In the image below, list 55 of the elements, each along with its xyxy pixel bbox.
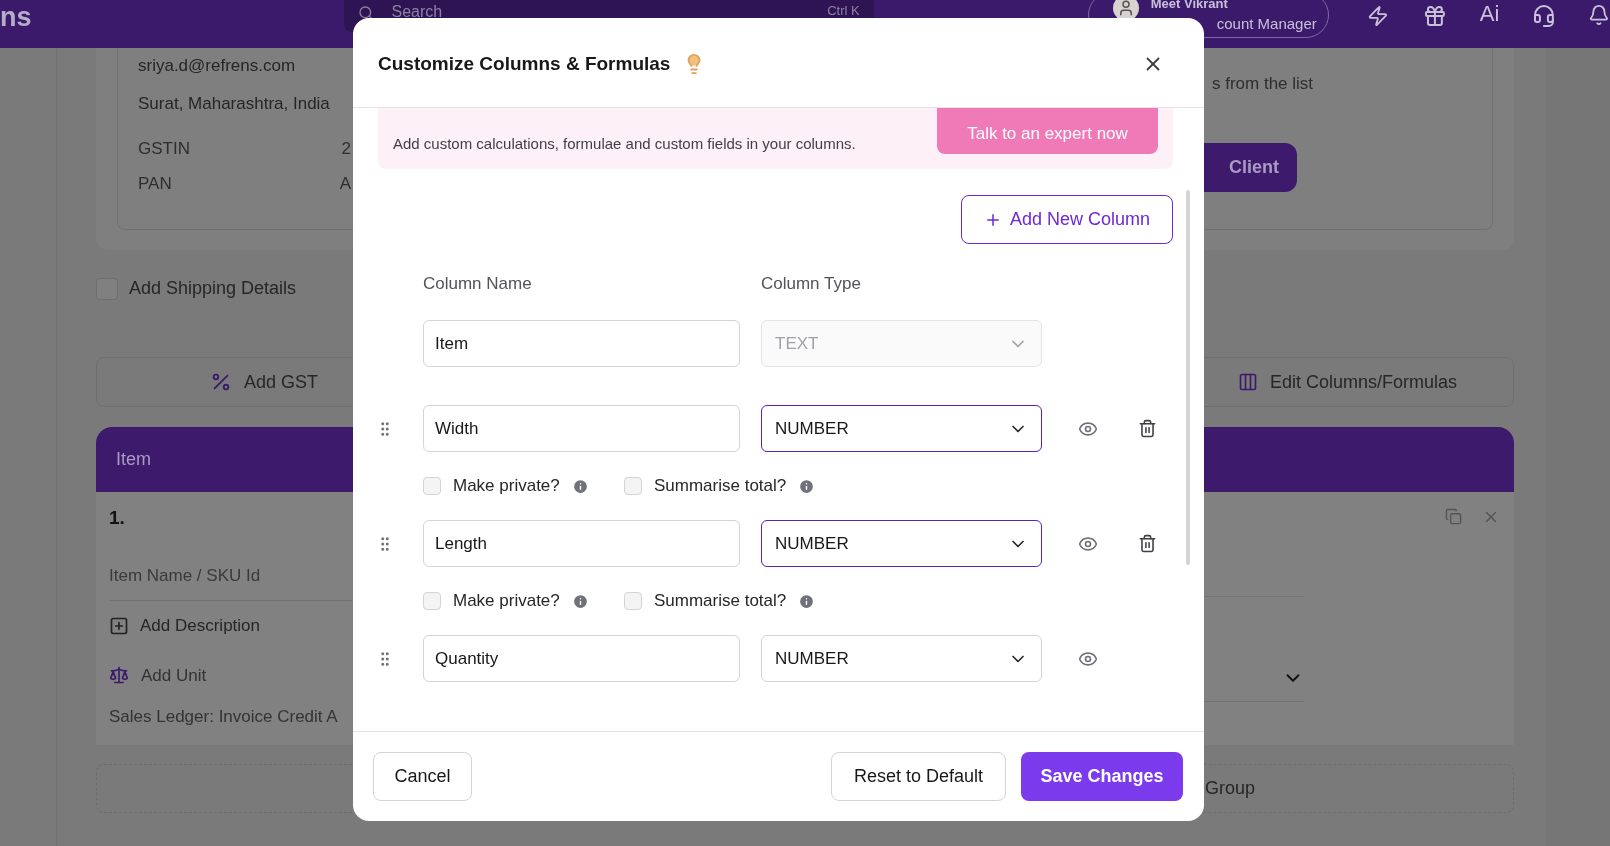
action-button[interactable]: Edit Columns/Formulas: [1203, 358, 1513, 406]
logo-text: ns: [0, 4, 32, 31]
reset-button[interactable]: Reset to Default: [831, 752, 1006, 801]
info-icon: [571, 592, 589, 610]
ledger-text: Sales Ledger: Invoice Credit A: [109, 706, 339, 728]
plus-square-icon: [109, 615, 129, 636]
column-name-field[interactable]: Width: [423, 405, 740, 452]
option-label: Summarise total?: [654, 475, 787, 498]
info-icon: [798, 592, 816, 610]
column-heading: Column Type: [761, 273, 861, 296]
banner-text: Add custom calculations, formulae and custom fields in your columns.: [393, 134, 856, 154]
shortcut-hint: Ctrl K: [827, 4, 860, 17]
action-button[interactable]: Add GST: [97, 358, 352, 406]
option-label: Summarise total?: [654, 590, 787, 613]
column-type-select[interactable]: NUMBER: [761, 635, 1042, 682]
client-hint: s from the list: [1212, 73, 1315, 95]
column-name-field[interactable]: Quantity: [423, 635, 740, 682]
search-icon: [357, 5, 374, 21]
scale-icon: [109, 665, 129, 686]
client-address: Surat, Maharashtra, India: [138, 92, 331, 115]
gift-icon[interactable]: [1422, 4, 1447, 28]
option-label: Make private?: [453, 475, 560, 498]
field-value: 2: [341, 138, 351, 160]
field-label: PAN: [138, 172, 172, 195]
trash-icon[interactable]: [1138, 534, 1157, 553]
column-heading: Column Name: [423, 273, 533, 296]
column-name-field[interactable]: Length: [423, 520, 740, 567]
ai-label[interactable]: Ai: [1479, 3, 1500, 25]
option-label: Make private?: [453, 590, 560, 613]
field-label: GSTIN: [138, 138, 190, 160]
lightning-icon[interactable]: [1367, 5, 1389, 27]
trash-icon[interactable]: [1138, 419, 1157, 438]
column-type-select[interactable]: NUMBER: [761, 405, 1042, 452]
client-email: sriya.d@refrens.com: [138, 55, 297, 77]
field-value: A: [339, 172, 351, 195]
headset-icon[interactable]: [1532, 4, 1557, 28]
column-name-field[interactable]: Item: [423, 320, 740, 367]
table-icon: [1238, 372, 1258, 392]
info-icon: [571, 477, 589, 495]
shipping-label: Add Shipping Details: [129, 277, 297, 300]
info-icon: [798, 477, 816, 495]
add-column-button[interactable]: Add New Column: [961, 195, 1173, 244]
bell-icon[interactable]: [1588, 4, 1610, 26]
client-button[interactable]: Client: [1204, 142, 1297, 192]
search-placeholder: Search: [391, 4, 443, 20]
save-button[interactable]: Save Changes: [1021, 752, 1183, 801]
percent-icon: [210, 371, 232, 393]
dialog-title: Customize Columns & Formulas: [378, 51, 671, 76]
row-number: 1.: [109, 506, 126, 530]
column-type-select[interactable]: NUMBER: [761, 520, 1042, 567]
add-description-link[interactable]: Add Description: [109, 613, 352, 639]
scrollbar[interactable]: [1186, 190, 1190, 565]
user-role: count Manager: [1216, 16, 1317, 31]
cancel-button[interactable]: Cancel: [373, 752, 472, 801]
column-heading: Item: [116, 448, 151, 471]
